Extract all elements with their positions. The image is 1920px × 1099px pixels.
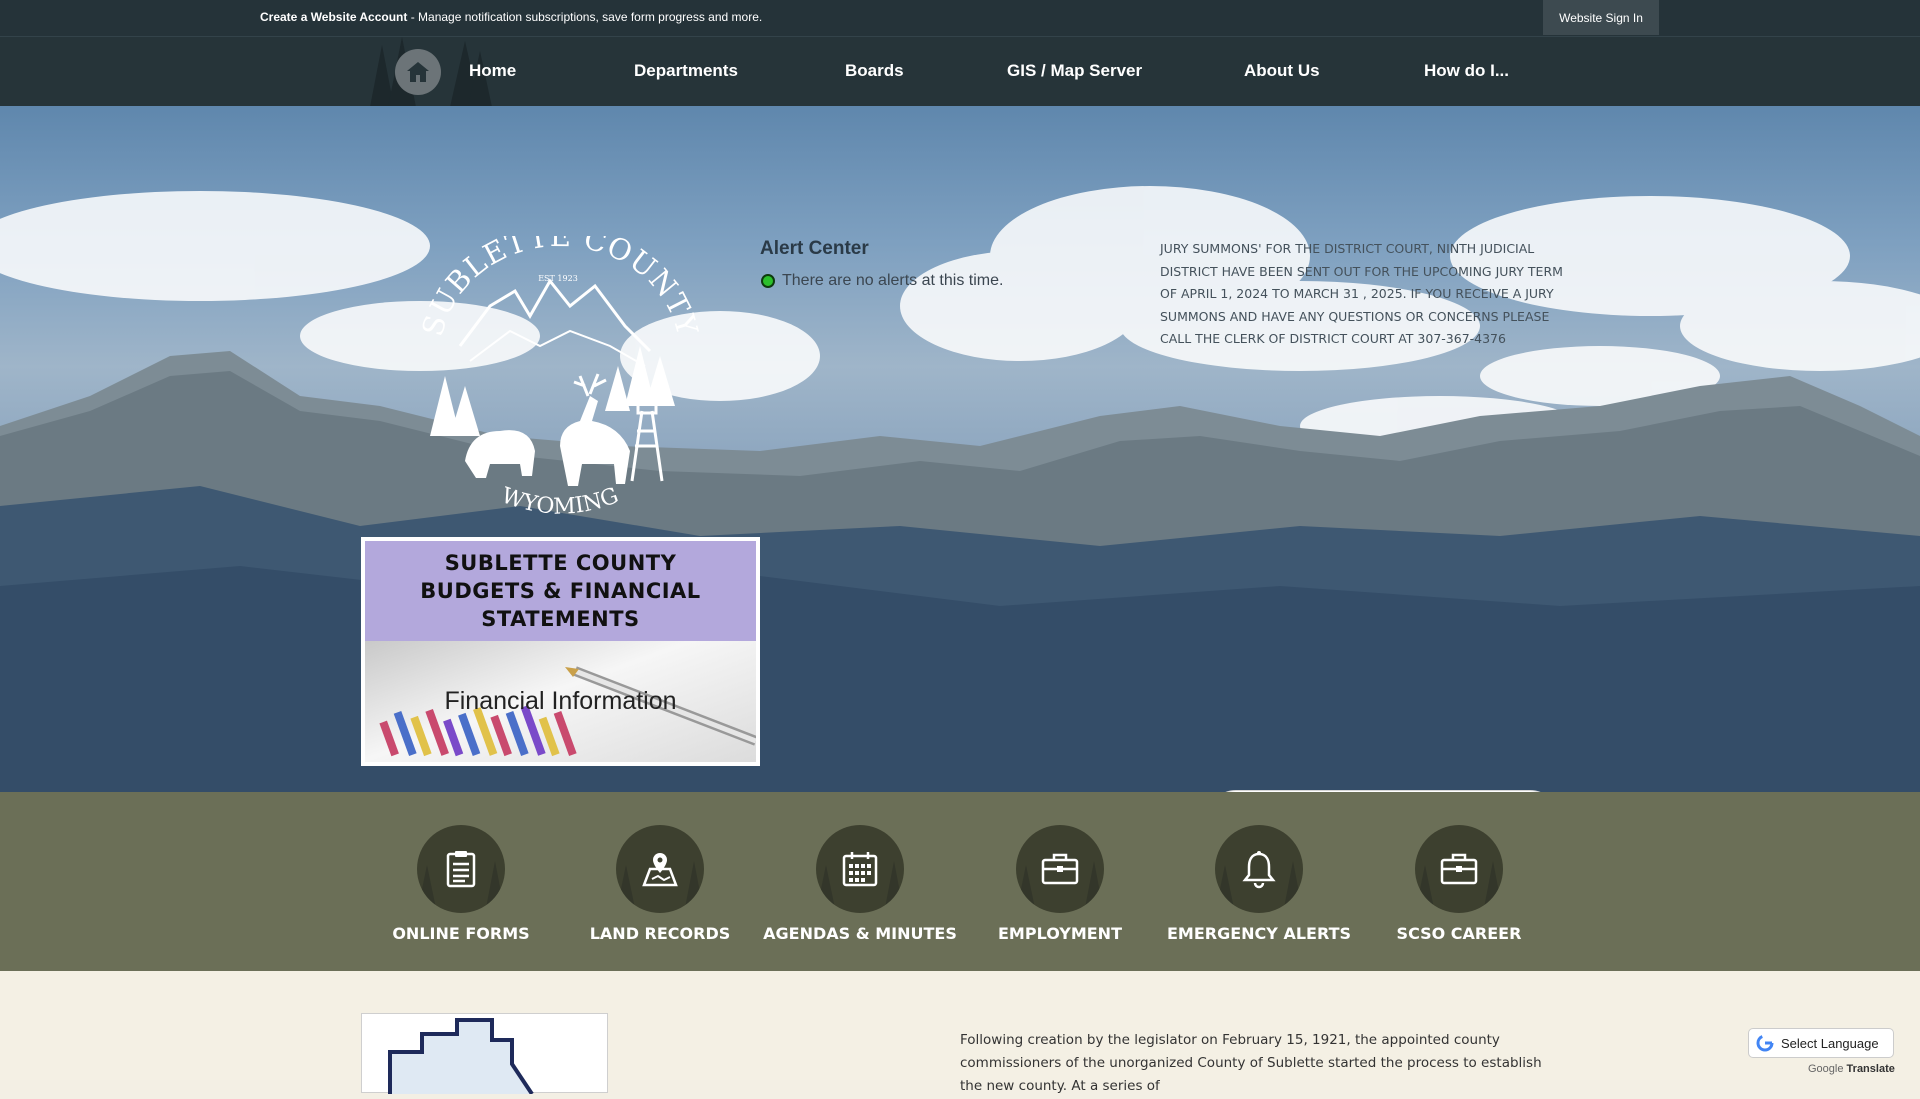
bell-icon [1242,851,1276,889]
quick-link-emergency-alerts[interactable]: EMERGENCY ALERTS [1159,792,1359,971]
financial-chart-photo: Financial Information [365,641,756,762]
home-icon [407,62,429,82]
svg-text:SUBLETTE COUNTY: SUBLETTE COUNTY [420,236,700,340]
quick-link-label: EMERGENCY ALERTS [1167,924,1351,943]
county-map-thumbnail[interactable] [361,1013,608,1096]
nav-boards[interactable]: Boards [845,61,904,81]
budget-banner-line-2: BUDGETS & FINANCIAL [420,579,701,603]
select-language-label: Select Language [1781,1035,1879,1051]
quick-link-icon-circle [816,825,904,913]
svg-text:WYOMING: WYOMING [498,483,622,520]
alert-center-message: There are no alerts at this time. [782,272,1004,289]
quick-link-icon-circle [1016,825,1104,913]
quick-link-agendas-minutes[interactable]: AGENDAS & MINUTES [760,792,960,971]
powered-by-google-translate: Google Translate [1808,1063,1895,1075]
quick-link-scso-career[interactable]: SCSO CAREER [1359,792,1559,971]
alert-center-title[interactable]: Alert Center [760,238,869,260]
quick-link-label: ONLINE FORMS [392,924,530,943]
mountain-landscape-background [0,186,1920,792]
county-history-section: Following creation by the legislator on … [0,971,1920,1096]
website-sign-in-button[interactable]: Website Sign In [1543,0,1659,35]
google-label: Google [1808,1063,1844,1075]
nav-how-do-i[interactable]: How do I... [1424,61,1509,81]
briefcase-icon [1440,853,1478,885]
create-account-link[interactable]: Create a Website Account [260,10,407,24]
google-g-icon [1756,1034,1774,1052]
quick-link-label: AGENDAS & MINUTES [763,924,957,943]
create-account-notice: Create a Website Account - Manage notifi… [260,10,762,24]
map-pin-icon [642,853,678,887]
quick-link-icon-circle [1215,825,1303,913]
logo-county-name: SUBLETTE COUNTY [420,236,700,340]
quick-link-employment[interactable]: EMPLOYMENT [960,792,1160,971]
alert-status-icon [761,274,775,288]
county-outline-map [388,1018,534,1096]
budget-banner-line-3: STATEMENTS [481,607,640,631]
nav-departments[interactable]: Departments [634,61,738,81]
quick-link-label: LAND RECORDS [589,924,731,943]
nav-gis-map-server[interactable]: GIS / Map Server [1007,61,1142,81]
main-navigation: Home Departments Boards GIS / Map Server… [0,36,1920,107]
budget-banner-line-1: SUBLETTE COUNTY [444,551,677,575]
jury-summons-announcement: JURY SUMMONS' FOR THE DISTRICT COURT, NI… [1160,241,1563,346]
select-language-dropdown[interactable]: Select Language [1748,1028,1894,1058]
quick-link-label: SCSO CAREER [1396,924,1522,943]
quick-links-bar: ONLINE FORMS LAND RECORDS AGENDAS & MINU… [0,792,1920,971]
clipboard-icon [446,851,476,888]
budgets-financial-statements-banner[interactable]: SUBLETTE COUNTY BUDGETS & FINANCIAL STAT… [361,537,760,766]
quick-link-icon-circle [616,825,704,913]
calendar-icon [842,852,878,887]
logo-state-name: WYOMING [498,483,622,520]
logo-established: EST 1923 [538,274,578,283]
quick-link-icon-circle [417,825,505,913]
create-account-description: - Manage notification subscriptions, sav… [407,10,763,24]
quick-link-online-forms[interactable]: ONLINE FORMS [361,792,561,971]
sublette-county-logo: SUBLETTE COUNTY EST 1923 WYOMING [420,236,700,520]
hero-banner: SUBLETTE COUNTY EST 1923 WYOMING SU [0,106,1920,792]
quick-link-icon-circle [1415,825,1503,913]
top-bar: Create a Website Account - Manage notifi… [0,0,1920,36]
home-button[interactable] [395,49,441,95]
translate-label: Translate [1846,1063,1895,1075]
quick-link-land-records[interactable]: LAND RECORDS [560,792,760,971]
budget-banner-header: SUBLETTE COUNTY BUDGETS & FINANCIAL STAT… [365,541,756,641]
quick-link-label: EMPLOYMENT [998,924,1122,943]
nav-home[interactable]: Home [469,61,516,81]
nav-about-us[interactable]: About Us [1244,61,1320,81]
county-history-text: Following creation by the legislator on … [960,1032,1542,1094]
briefcase-icon [1041,853,1079,885]
financial-information-caption: Financial Information [444,687,677,715]
